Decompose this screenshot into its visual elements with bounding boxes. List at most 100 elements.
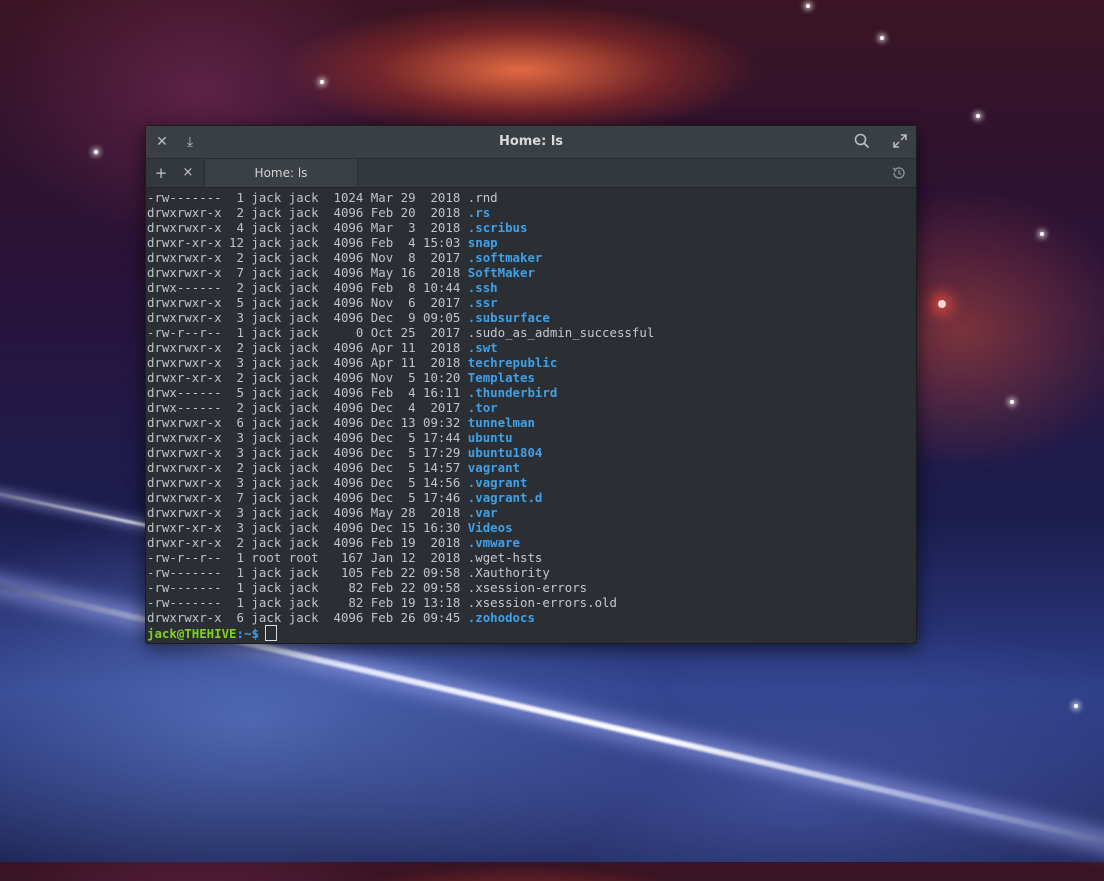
listing-meta: drwxr-xr-x 2 jack jack 4096 Feb 19 2018 [147,535,468,550]
listing-directory-name: .tor [467,400,498,415]
listing-directory-name: SoftMaker [467,265,535,280]
star [1010,400,1014,404]
listing-meta: drwx------ 2 jack jack 4096 Dec 4 2017 [147,400,468,415]
listing-directory-name: .vagrant [467,475,528,490]
star [1074,704,1078,708]
listing-row: -rw------- 1 jack jack 82 Feb 19 13:18 .… [147,595,916,610]
listing-meta: -rw-r--r-- 1 jack jack 0 Oct 25 2017 [147,325,468,340]
listing-row: -rw-r--r-- 1 root root 167 Jan 12 2018 .… [147,550,916,565]
listing-meta: drwxrwxr-x 5 jack jack 4096 Nov 6 2017 [147,295,468,310]
listing-meta: drwxr-xr-x 12 jack jack 4096 Feb 4 15:03 [147,235,468,250]
listing-row: drwxrwxr-x 6 jack jack 4096 Feb 26 09:45… [147,610,916,625]
listing-row: drwxrwxr-x 3 jack jack 4096 Apr 11 2018 … [147,355,916,370]
red-star [938,300,946,308]
listing-meta: -rw-r--r-- 1 root root 167 Jan 12 2018 [147,550,468,565]
star [320,80,324,84]
listing-directory-name: .zohodocs [467,610,535,625]
listing-row: -rw------- 1 jack jack 82 Feb 22 09:58 .… [147,580,916,595]
listing-row: drwxrwxr-x 5 jack jack 4096 Nov 6 2017 .… [147,295,916,310]
listing-row: drwxrwxr-x 2 jack jack 4096 Dec 5 14:57 … [147,460,916,475]
terminal-window[interactable]: ✕ ⤓ Home: ls + × Home: ls -rw------- 1 j [145,125,917,644]
listing-meta: -rw------- 1 jack jack 82 Feb 19 13:18 [147,595,468,610]
listing-row: -rw-r--r-- 1 jack jack 0 Oct 25 2017 .su… [147,325,916,340]
listing-row: drwxrwxr-x 3 jack jack 4096 Dec 5 17:29 … [147,445,916,460]
star [976,114,980,118]
listing-meta: drwxrwxr-x 7 jack jack 4096 Dec 5 17:46 [147,490,468,505]
listing-directory-name: .softmaker [467,250,543,265]
listing-row: drwxrwxr-x 7 jack jack 4096 May 16 2018 … [147,265,916,280]
listing-file-name: .xsession-errors [467,580,588,595]
listing-row: drwxrwxr-x 2 jack jack 4096 Feb 20 2018 … [147,205,916,220]
listing-directory-name: .thunderbird [467,385,558,400]
listing-directory-name: ubuntu [467,430,513,445]
listing-directory-name: .scribus [467,220,528,235]
listing-row: drwxrwxr-x 3 jack jack 4096 Dec 5 17:44 … [147,430,916,445]
history-icon[interactable] [886,159,912,187]
fullscreen-icon[interactable] [886,126,914,158]
listing-row: drwxrwxr-x 3 jack jack 4096 Dec 9 09:05 … [147,310,916,325]
terminal-output[interactable]: -rw------- 1 jack jack 1024 Mar 29 2018 … [147,189,916,643]
listing-meta: drwxrwxr-x 6 jack jack 4096 Dec 13 09:32 [147,415,468,430]
listing-row: drwxrwxr-x 4 jack jack 4096 Mar 3 2018 .… [147,220,916,235]
listing-row: drwx------ 2 jack jack 4096 Dec 4 2017 .… [147,400,916,415]
listing-directory-name: techrepublic [467,355,558,370]
listing-directory-name: snap [467,235,498,250]
listing-meta: drwxrwxr-x 3 jack jack 4096 May 28 2018 [147,505,468,520]
listing-meta: drwxrwxr-x 3 jack jack 4096 Dec 5 14:56 [147,475,468,490]
listing-meta: drwxrwxr-x 2 jack jack 4096 Feb 20 2018 [147,205,468,220]
prompt-line[interactable]: jack@THEHIVE:~$ [147,625,916,641]
listing-row: drwxrwxr-x 2 jack jack 4096 Nov 8 2017 .… [147,250,916,265]
listing-directory-name: .ssh [467,280,498,295]
listing-row: drwxr-xr-x 12 jack jack 4096 Feb 4 15:03… [147,235,916,250]
listing-meta: -rw------- 1 jack jack 82 Feb 22 09:58 [147,580,468,595]
close-tab-button[interactable]: × [175,159,201,187]
listing-meta: drwxrwxr-x 2 jack jack 4096 Nov 8 2017 [147,250,468,265]
listing-meta: drwxrwxr-x 3 jack jack 4096 Apr 11 2018 [147,355,468,370]
listing-directory-name: Videos [467,520,513,535]
star [1040,232,1044,236]
listing-directory-name: Templates [467,370,535,385]
listing-meta: drwxr-xr-x 2 jack jack 4096 Nov 5 10:20 [147,370,468,385]
text-cursor[interactable] [264,625,277,641]
listing-directory-name: .ssr [467,295,498,310]
listing-file-name: .sudo_as_admin_successful [467,325,655,340]
listing-directory-name: .var [467,505,498,520]
listing-directory-name: ubuntu1804 [467,445,543,460]
listing-file-name: .Xauthority [467,565,550,580]
listing-row: drwxr-xr-x 2 jack jack 4096 Nov 5 10:20 … [147,370,916,385]
listing-directory-name: .vmware [467,535,520,550]
listing-row: drwxrwxr-x 2 jack jack 4096 Apr 11 2018 … [147,340,916,355]
star [94,150,98,154]
listing-row: -rw------- 1 jack jack 105 Feb 22 09:58 … [147,565,916,580]
listing-meta: -rw------- 1 jack jack 1024 Mar 29 2018 [147,190,468,205]
listing-meta: drwxrwxr-x 3 jack jack 4096 Dec 9 09:05 [147,310,468,325]
new-tab-button[interactable]: + [148,159,174,187]
title-bar[interactable]: ✕ ⤓ Home: ls [146,126,916,159]
window-title: Home: ls [498,134,564,149]
listing-row: drwxrwxr-x 3 jack jack 4096 Dec 5 14:56 … [147,475,916,490]
listing-directory-name: tunnelman [467,415,535,430]
tab-bar: + × Home: ls [146,159,916,188]
listing-meta: -rw------- 1 jack jack 105 Feb 22 09:58 [147,565,468,580]
listing-meta: drwx------ 5 jack jack 4096 Feb 4 16:11 [147,385,468,400]
listing-row: drwxrwxr-x 6 jack jack 4096 Dec 13 09:32… [147,415,916,430]
listing-meta: drwxrwxr-x 2 jack jack 4096 Dec 5 14:57 [147,460,468,475]
listing-meta: drwxr-xr-x 3 jack jack 4096 Dec 15 16:30 [147,520,468,535]
listing-meta: drwxrwxr-x 3 jack jack 4096 Dec 5 17:44 [147,430,468,445]
star [880,36,884,40]
listing-directory-name: .swt [467,340,498,355]
listing-directory-name: .vagrant.d [467,490,543,505]
listing-row: drwx------ 5 jack jack 4096 Feb 4 16:11 … [147,385,916,400]
tab-home-ls[interactable]: Home: ls [204,159,358,187]
search-icon[interactable] [848,126,876,158]
listing-file-name: .rnd [467,190,498,205]
listing-row: drwxr-xr-x 2 jack jack 4096 Feb 19 2018 … [147,535,916,550]
listing-meta: drwxrwxr-x 6 jack jack 4096 Feb 26 09:45 [147,610,468,625]
listing-meta: drwxrwxr-x 7 jack jack 4096 May 16 2018 [147,265,468,280]
listing-directory-name: .subsurface [467,310,550,325]
prompt-path: :~$ [236,626,259,641]
listing-row: drwxrwxr-x 7 jack jack 4096 Dec 5 17:46 … [147,490,916,505]
prompt-user-host: jack@THEHIVE [147,626,237,641]
listing-row: -rw------- 1 jack jack 1024 Mar 29 2018 … [147,190,916,205]
listing-meta: drwxrwxr-x 2 jack jack 4096 Apr 11 2018 [147,340,468,355]
